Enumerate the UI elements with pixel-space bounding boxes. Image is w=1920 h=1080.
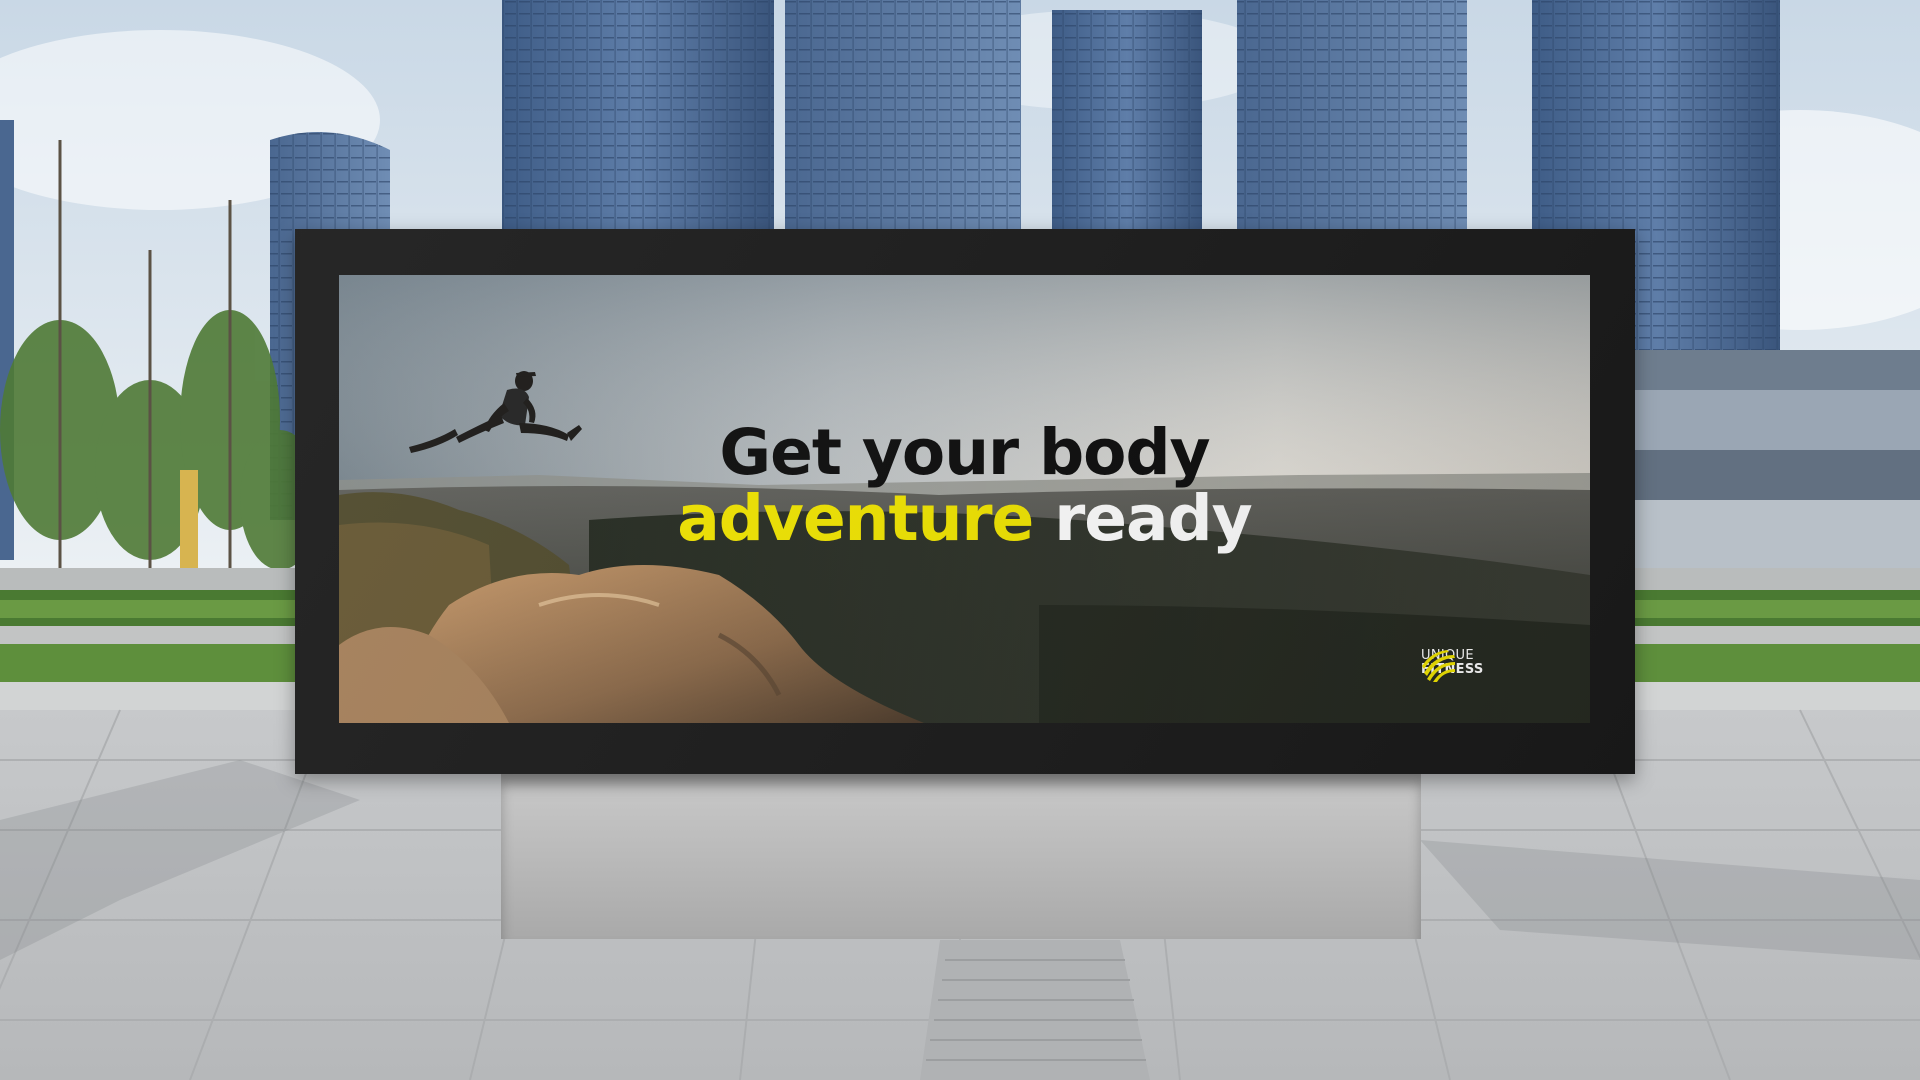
billboard-scene: Get your body adventure ready UNIQUE FIT… bbox=[0, 0, 1920, 1080]
headline-accent-word: adventure bbox=[677, 482, 1034, 555]
poster: Get your body adventure ready UNIQUE FIT… bbox=[339, 275, 1590, 723]
billboard-frame: Get your body adventure ready UNIQUE FIT… bbox=[295, 229, 1635, 774]
billboard-pedestal bbox=[501, 774, 1421, 939]
headline-line-2: adventure ready bbox=[339, 486, 1590, 552]
unique-fitness-logo: UNIQUE FITNESS bbox=[1421, 649, 1484, 682]
poster-headline: Get your body adventure ready bbox=[339, 420, 1590, 552]
striped-hexagon-logo-icon bbox=[1422, 650, 1455, 682]
headline-plain-word: ready bbox=[1054, 482, 1252, 555]
headline-line-1: Get your body bbox=[719, 416, 1210, 489]
